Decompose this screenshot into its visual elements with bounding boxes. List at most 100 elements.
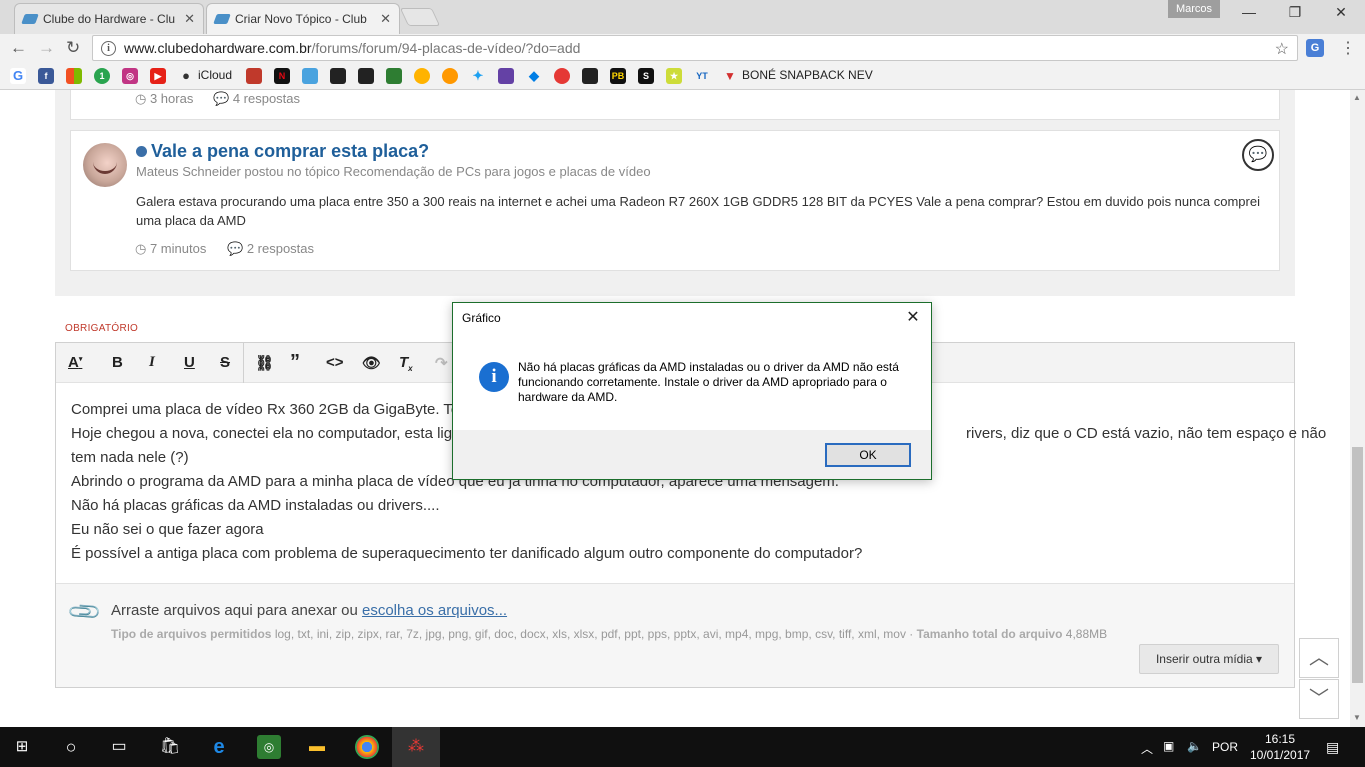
- bookmark-star-icon[interactable]: ☆: [1275, 39, 1289, 59]
- font-color-icon[interactable]: A▾: [68, 354, 82, 371]
- bookmark-icon[interactable]: [302, 68, 318, 84]
- twitch-bookmark-icon[interactable]: [498, 68, 514, 84]
- strikethrough-icon[interactable]: S: [220, 354, 230, 371]
- bookmark-icon[interactable]: YT: [694, 68, 710, 84]
- store-icon[interactable]: 🛍: [158, 735, 182, 759]
- app-icon[interactable]: ◎: [257, 735, 281, 759]
- topic-excerpt: Galera estava procurando uma placa entre…: [136, 194, 1260, 228]
- tray-chevron-icon[interactable]: ︿: [1141, 740, 1153, 757]
- tab-close-icon[interactable]: ✕: [184, 11, 195, 27]
- feed-replies: 💬 2 respostas: [227, 241, 315, 256]
- required-label: OBRIGATÓRIO: [65, 323, 139, 334]
- toolbar-divider: [243, 343, 244, 383]
- editor-line: É possível a antiga placa com problema d…: [71, 545, 863, 562]
- bookmark-icon[interactable]: [442, 68, 458, 84]
- comments-icon: 💬: [1242, 139, 1274, 171]
- language-indicator[interactable]: POR: [1212, 740, 1238, 754]
- bookmark-icon[interactable]: S: [638, 68, 654, 84]
- spoiler-eye-icon[interactable]: 👁: [362, 354, 381, 372]
- scrollbar-thumb[interactable]: [1352, 447, 1363, 683]
- attachment-dropzone[interactable]: 📎 Arraste arquivos aqui para anexar ou e…: [56, 583, 1294, 687]
- clock-date[interactable]: 10/01/2017: [1250, 748, 1310, 762]
- allowed-file-types: Tipo de arquivos permitidos log, txt, in…: [111, 627, 1108, 641]
- bold-icon[interactable]: B: [112, 354, 123, 371]
- bookmark-icon[interactable]: [330, 68, 346, 84]
- instagram-bookmark-icon[interactable]: ◎: [122, 68, 138, 84]
- chrome-menu-icon[interactable]: ⋮: [1340, 38, 1356, 58]
- bookmark-icon[interactable]: PB: [610, 68, 626, 84]
- bookmark-icon[interactable]: [554, 68, 570, 84]
- action-center-icon[interactable]: ▤: [1326, 739, 1339, 756]
- code-icon[interactable]: <>: [326, 354, 344, 371]
- forward-arrow-icon[interactable]: →: [38, 38, 55, 58]
- bookmark-icon[interactable]: [358, 68, 374, 84]
- insert-media-button[interactable]: Inserir outra mídia ▾: [1139, 644, 1279, 674]
- windows-start-icon[interactable]: ⊞: [10, 735, 34, 759]
- address-bar[interactable]: i www.clubedohardware.com.br/forums/foru…: [92, 35, 1298, 61]
- redo-icon[interactable]: ↷: [435, 354, 448, 372]
- site-info-icon[interactable]: i: [101, 40, 116, 56]
- profile-button[interactable]: Marcos: [1168, 0, 1220, 18]
- page-scrollbar[interactable]: ▲ ▼: [1350, 90, 1365, 727]
- scroll-up-button[interactable]: ︿: [1299, 638, 1339, 678]
- reload-icon[interactable]: ↻: [66, 38, 80, 58]
- underline-icon[interactable]: U: [184, 354, 195, 371]
- feed-time: ◷ 3 horas: [135, 91, 194, 106]
- tab-close-icon[interactable]: ✕: [380, 11, 391, 27]
- network-icon[interactable]: ▣: [1163, 739, 1174, 753]
- bookmark-icon[interactable]: [246, 68, 262, 84]
- new-tab-button[interactable]: [399, 8, 441, 26]
- topic-title[interactable]: Vale a pena comprar esta placa?: [136, 141, 429, 162]
- search-cortana-icon[interactable]: ○: [59, 735, 83, 759]
- volume-icon[interactable]: 🔈: [1187, 739, 1202, 753]
- link-icon[interactable]: ⛓: [255, 354, 274, 372]
- back-arrow-icon[interactable]: ←: [10, 38, 27, 58]
- bookmark-icon[interactable]: [414, 68, 430, 84]
- tab-criar-novo-topico[interactable]: Criar Novo Tópico - Club ✕: [206, 3, 400, 34]
- google-translate-icon[interactable]: G: [1306, 39, 1324, 57]
- bookmark-icon[interactable]: [582, 68, 598, 84]
- game-app-icon[interactable]: ⁂: [392, 727, 440, 767]
- google-bookmark-icon[interactable]: G: [10, 68, 26, 84]
- edge-icon[interactable]: e: [207, 735, 231, 759]
- netflix-bookmark-icon[interactable]: N: [274, 68, 290, 84]
- bookmark-icon[interactable]: [386, 68, 402, 84]
- bookmarks-bar: G f 1 ◎ ▶ ● iCloud N ✦ ◆ PB S ★ YT ▼ BON…: [0, 62, 1365, 90]
- url-host: www.clubedohardware.com.br: [124, 40, 312, 56]
- task-view-icon[interactable]: ▭: [107, 735, 131, 759]
- choose-files-link[interactable]: escolha os arquivos...: [362, 602, 507, 619]
- twitter-bookmark-icon[interactable]: ✦: [470, 68, 486, 84]
- microsoft-bookmark-icon[interactable]: [66, 68, 82, 84]
- bone-snapback-bookmark[interactable]: BONÉ SNAPBACK NEV: [742, 68, 873, 82]
- minimize-icon[interactable]: —: [1226, 4, 1272, 20]
- feed-item: Vale a pena comprar esta placa? Mateus S…: [70, 130, 1280, 271]
- file-explorer-icon[interactable]: ▬: [305, 735, 329, 759]
- scroll-down-button[interactable]: ﹀: [1299, 679, 1339, 719]
- feed-time: ◷ 7 minutos: [135, 241, 207, 256]
- chrome-taskbar-icon[interactable]: [355, 735, 379, 759]
- close-window-icon[interactable]: ✕: [1318, 4, 1364, 21]
- bookmark-icon[interactable]: ★: [666, 68, 682, 84]
- apple-bookmark-icon[interactable]: ●: [178, 68, 194, 84]
- feed-replies: 💬 4 respostas: [213, 91, 301, 106]
- clube-favicon-icon: [213, 14, 231, 24]
- clube-favicon-icon: [21, 14, 39, 24]
- dialog-close-icon[interactable]: ✕: [901, 307, 925, 329]
- ok-button[interactable]: OK: [825, 443, 911, 467]
- scroll-down-arrow-icon[interactable]: ▼: [1353, 713, 1361, 722]
- quote-icon[interactable]: ”: [290, 351, 300, 374]
- one-bookmark-icon[interactable]: 1: [94, 68, 110, 84]
- italic-icon[interactable]: I: [149, 354, 155, 371]
- clock-time[interactable]: 16:15: [1265, 732, 1295, 746]
- dropbox-bookmark-icon[interactable]: ◆: [526, 68, 542, 84]
- bookmark-icon[interactable]: ▼: [722, 68, 738, 84]
- avatar[interactable]: [83, 143, 127, 187]
- clear-format-icon[interactable]: Tx: [399, 354, 413, 373]
- attach-instructions: Arraste arquivos aqui para anexar ou esc…: [111, 602, 508, 619]
- tab-clube-do-hardware[interactable]: Clube do Hardware - Clu ✕: [14, 3, 204, 34]
- restore-icon[interactable]: ❐: [1272, 4, 1318, 21]
- youtube-bookmark-icon[interactable]: ▶: [150, 68, 166, 84]
- facebook-bookmark-icon[interactable]: f: [38, 68, 54, 84]
- icloud-bookmark[interactable]: iCloud: [198, 68, 232, 82]
- scroll-up-arrow-icon[interactable]: ▲: [1353, 93, 1361, 102]
